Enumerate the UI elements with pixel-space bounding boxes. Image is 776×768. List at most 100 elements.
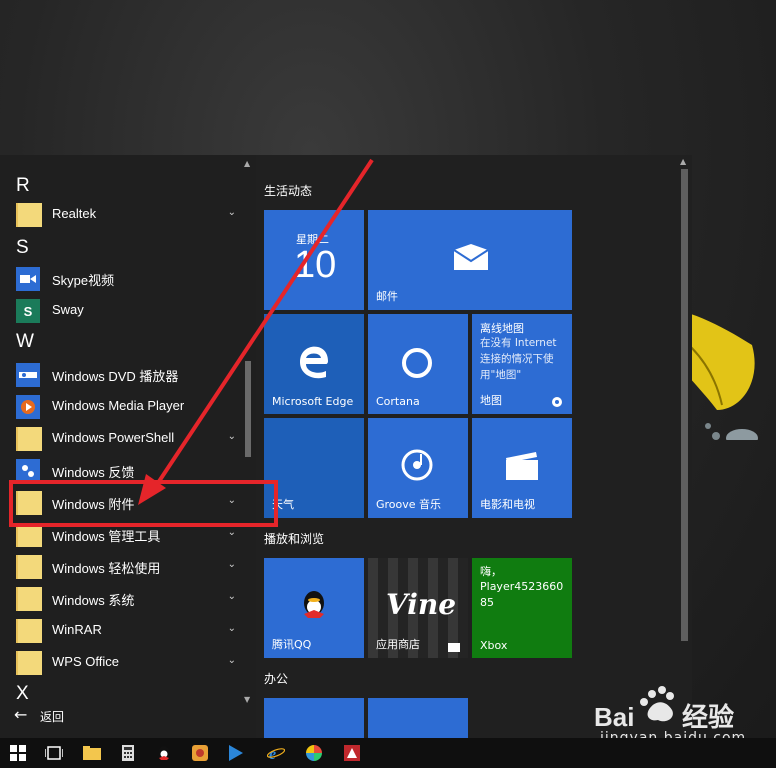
back-button[interactable]: ← 返回 [14, 705, 134, 729]
tiles-scrollbar[interactable]: ▲ [680, 157, 690, 733]
tile-label: Groove 音乐 [376, 498, 442, 511]
app-item-sway[interactable]: S Sway [0, 295, 244, 327]
tile-label: Xbox [480, 639, 508, 652]
qq-penguin-icon [159, 746, 169, 760]
taskbar-calculator[interactable] [110, 738, 146, 768]
app-item-label: WinRAR [52, 622, 102, 637]
taskbar-media-app[interactable] [182, 738, 218, 768]
group-title-play[interactable]: 播放和浏览 [264, 530, 324, 547]
chevron-down-icon: ⌄ [227, 591, 236, 602]
app-item-label: Windows 系统 [52, 593, 135, 608]
app-item-powershell[interactable]: Windows PowerShell ⌄ [0, 423, 244, 455]
taskbar: e [0, 738, 776, 768]
app-item-label: Realtek [52, 206, 97, 221]
app-list-pane: R Realtek ⌄ S Skype视频 S Sway W Windows D… [0, 155, 256, 738]
dvd-player-icon [16, 363, 40, 387]
taskbar-file-explorer[interactable] [74, 738, 110, 768]
taskbar-internet-explorer[interactable]: e [258, 738, 294, 768]
app-item-label: Windows Media Player [52, 398, 185, 413]
app-item-label: Sway [52, 302, 84, 317]
tile-label: 天气 [272, 498, 294, 511]
tile-mail[interactable]: 邮件 [368, 210, 572, 310]
calendar-date: 10 [294, 244, 337, 286]
app-item-admin-tools[interactable]: Windows 管理工具 ⌄ [0, 519, 244, 551]
chevron-down-icon: ⌄ [227, 527, 236, 538]
svg-text:经验: 经验 [682, 702, 734, 733]
tile-label: 腾讯QQ [272, 638, 312, 651]
tile-calendar[interactable]: 星期二 10 [264, 210, 364, 310]
folder-icon [83, 746, 101, 760]
maps-title: 离线地图 [480, 322, 524, 335]
task-view-button[interactable] [36, 738, 72, 768]
tile-movies[interactable]: 电影和电视 [472, 418, 572, 518]
tile-store[interactable]: Vine 应用商店 [368, 558, 468, 658]
scrollbar-thumb[interactable] [681, 169, 688, 641]
group-title-life[interactable]: 生活动态 [264, 182, 312, 199]
xbox-greeting: 嗨， [480, 565, 502, 578]
camera-icon [552, 397, 562, 407]
app-item-label: Windows 轻松使用 [52, 561, 161, 576]
media-player-icon [16, 395, 40, 419]
taskbar-color-app[interactable] [296, 738, 332, 768]
app-item-accessories[interactable]: Windows 附件 ⌄ [0, 487, 244, 519]
color-wheel-icon [306, 745, 322, 761]
app-item-label: Windows 附件 [52, 497, 135, 512]
store-featured-art: Vine [386, 588, 457, 621]
scroll-down-icon[interactable]: ▼ [244, 695, 250, 704]
app-item-winrar[interactable]: WinRAR ⌄ [0, 615, 244, 647]
app-item-skype-video[interactable]: Skype视频 [0, 263, 244, 295]
app-item-wps-office[interactable]: WPS Office ⌄ [0, 647, 244, 679]
task-view-icon [45, 746, 63, 760]
letter-header-w[interactable]: W [16, 331, 34, 353]
app-item-windows-system[interactable]: Windows 系统 ⌄ [0, 583, 244, 615]
tile-cortana[interactable]: Cortana [368, 314, 468, 414]
folder-icon [16, 619, 42, 643]
skype-video-icon [16, 267, 40, 291]
taskbar-player[interactable] [218, 738, 254, 768]
tile-weather[interactable]: 天气 [264, 418, 364, 518]
tile-office-2[interactable] [368, 698, 468, 738]
tile-maps[interactable]: 离线地图 在没有 Internet 连接的情况下使用"地图" 地图 [472, 314, 572, 414]
app-item-label: Windows 管理工具 [52, 529, 161, 544]
letter-header-x[interactable]: X [16, 683, 29, 705]
app-item-ease-of-access[interactable]: Windows 轻松使用 ⌄ [0, 551, 244, 583]
app-item-feedback[interactable]: Windows 反馈 [0, 455, 244, 487]
chevron-down-icon: ⌄ [227, 207, 236, 218]
scrollbar-thumb[interactable] [245, 361, 251, 457]
tile-office-1[interactable] [264, 698, 364, 738]
internet-explorer-icon: e [267, 746, 285, 761]
letter-header-s[interactable]: S [16, 237, 29, 259]
app-item-dvd-player[interactable]: Windows DVD 播放器 [0, 359, 244, 391]
tile-qq[interactable]: 腾讯QQ [264, 558, 364, 658]
qq-penguin-icon [304, 591, 324, 618]
start-button[interactable] [0, 738, 36, 768]
chevron-down-icon: ⌄ [227, 431, 236, 442]
scroll-up-icon[interactable]: ▲ [680, 157, 686, 166]
app-item-realtek[interactable]: Realtek ⌄ [0, 199, 244, 231]
maps-body: 在没有 Internet 连接的情况下使用"地图" [480, 337, 557, 381]
app-item-label: WPS Office [52, 654, 119, 669]
cortana-icon [402, 348, 432, 378]
taskbar-qq[interactable] [146, 738, 182, 768]
app-list-scrollbar[interactable]: ▲ ▼ [244, 159, 252, 704]
tile-edge[interactable]: Microsoft Edge [264, 314, 364, 414]
tile-label: Cortana [376, 395, 420, 408]
tile-groove[interactable]: Groove 音乐 [368, 418, 468, 518]
app-item-media-player[interactable]: Windows Media Player [0, 391, 244, 423]
tile-label: 应用商店 [376, 638, 420, 651]
store-bag-icon [448, 643, 460, 652]
app-item-label: Windows 反馈 [52, 465, 135, 480]
letter-header-r[interactable]: R [16, 175, 30, 197]
back-arrow-icon: ← [14, 705, 28, 724]
group-title-office[interactable]: 办公 [264, 670, 288, 687]
mail-icon [454, 244, 488, 270]
scroll-up-icon[interactable]: ▲ [244, 159, 250, 168]
tile-xbox[interactable]: 嗨， Player452366085 Xbox [472, 558, 572, 658]
play-icon [229, 745, 243, 761]
sway-icon: S [16, 299, 40, 323]
media-app-icon [192, 745, 208, 761]
taskbar-red-app[interactable] [334, 738, 370, 768]
app-item-label: Windows PowerShell [52, 430, 175, 445]
chevron-down-icon: ⌄ [227, 559, 236, 570]
chevron-down-icon: ⌄ [227, 495, 236, 506]
